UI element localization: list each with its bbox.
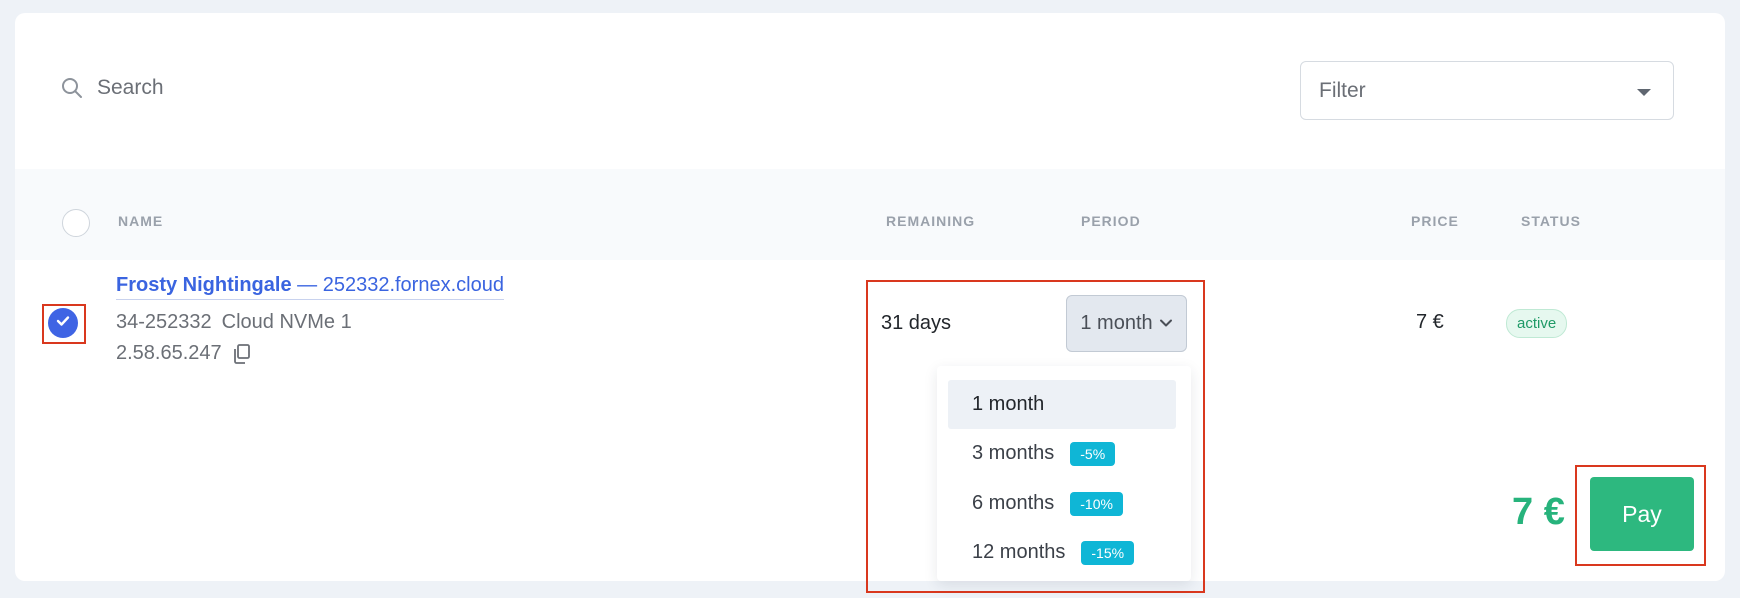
pay-button[interactable]: Pay	[1590, 477, 1694, 551]
server-ip: 2.58.65.247	[116, 342, 222, 364]
column-header-price[interactable]: PRICE	[1411, 213, 1459, 229]
select-all-checkbox[interactable]	[62, 209, 90, 237]
caret-down-icon	[1637, 89, 1651, 96]
copy-icon[interactable]	[232, 343, 252, 365]
filter-label: Filter	[1319, 78, 1366, 102]
search-icon	[61, 77, 83, 99]
row-price: 7 €	[1416, 311, 1444, 333]
row-checkbox[interactable]	[48, 308, 78, 338]
check-icon	[56, 314, 70, 332]
table-header: NAME REMAINING PERIOD PRICE STATUS	[15, 169, 1725, 260]
period-select-value: 1 month	[1080, 312, 1153, 334]
period-option-6-months[interactable]: 6 months -10%	[948, 479, 1176, 528]
period-select[interactable]: 1 month	[1066, 295, 1187, 352]
period-option-label: 6 months	[972, 492, 1055, 514]
discount-badge: -15%	[1081, 540, 1135, 565]
remaining-days: 31 days	[881, 312, 952, 334]
column-header-remaining[interactable]: REMAINING	[886, 213, 975, 229]
column-header-status[interactable]: STATUS	[1521, 213, 1581, 229]
period-option-1-month[interactable]: 1 month	[948, 380, 1176, 429]
period-dropdown: 1 month 3 months -5% 6 months -10% 12 mo…	[937, 366, 1191, 581]
server-meta: 34-252332 Cloud NVMe 1	[116, 311, 352, 334]
server-name-link[interactable]: Frosty Nightingale — 252332.fornex.cloud	[116, 274, 504, 300]
period-option-3-months[interactable]: 3 months -5%	[948, 429, 1176, 478]
search-bar[interactable]: Search	[61, 76, 164, 100]
discount-badge: -5%	[1070, 441, 1116, 466]
server-ip-row: 2.58.65.247	[116, 342, 252, 365]
server-plan: Cloud NVMe 1	[221, 311, 352, 333]
search-input[interactable]: Search	[97, 76, 164, 100]
period-option-label: 3 months	[972, 442, 1055, 464]
period-option-12-months[interactable]: 12 months -15%	[948, 528, 1176, 577]
status-badge: active	[1506, 309, 1568, 338]
chevron-down-icon	[1159, 315, 1173, 333]
filter-select[interactable]: Filter	[1300, 61, 1674, 120]
name-separator: —	[297, 274, 318, 296]
server-id: 34-252332	[116, 311, 212, 333]
discount-badge: -10%	[1070, 491, 1123, 516]
period-option-label: 1 month	[972, 393, 1045, 415]
server-name: Frosty Nightingale	[116, 274, 292, 296]
column-header-period[interactable]: PERIOD	[1081, 213, 1141, 229]
total-amount: 7 €	[1512, 491, 1565, 533]
column-header-name[interactable]: NAME	[118, 213, 163, 229]
server-hostname: 252332.fornex.cloud	[322, 274, 504, 296]
period-option-label: 12 months	[972, 541, 1066, 563]
